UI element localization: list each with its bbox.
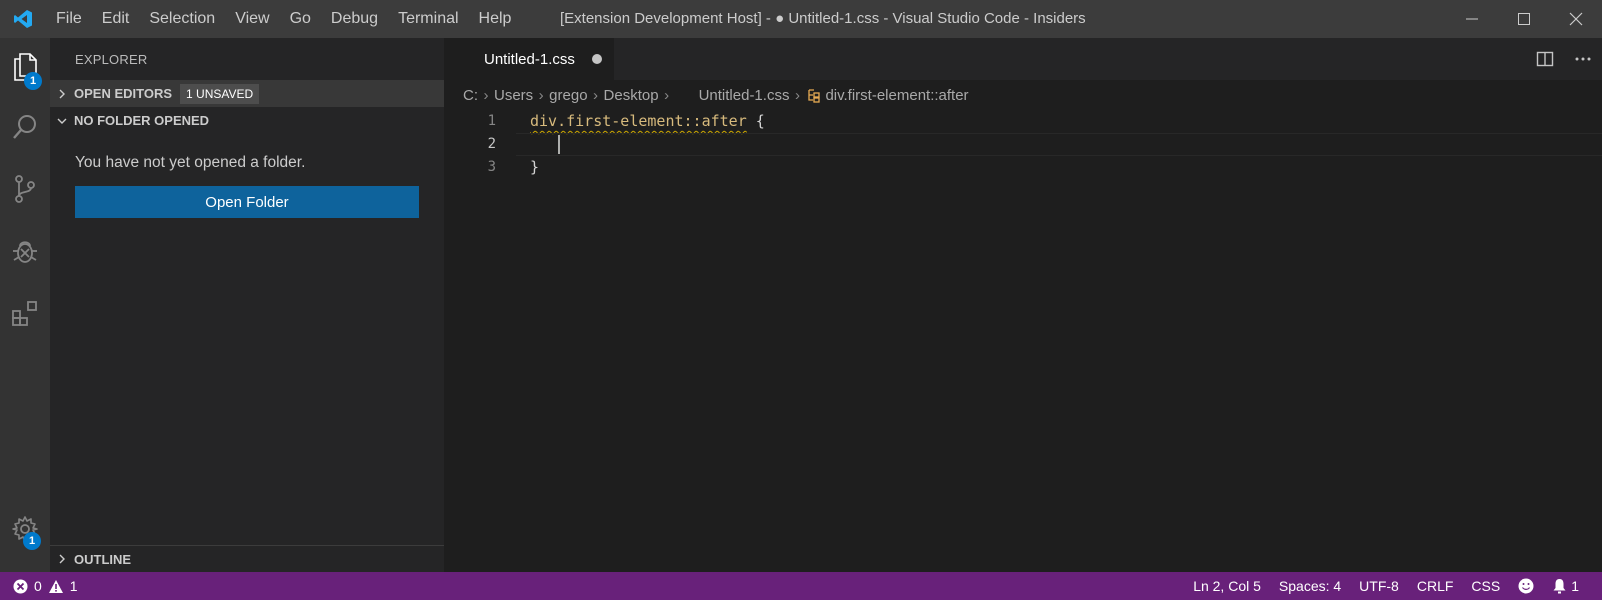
tab-label: Untitled-1.css bbox=[484, 50, 575, 68]
end-of-line[interactable]: CRLF bbox=[1408, 572, 1463, 600]
menu-selection[interactable]: Selection bbox=[139, 0, 225, 38]
line-number: 3 bbox=[487, 159, 496, 175]
chevron-right-icon bbox=[50, 553, 74, 565]
no-folder-message: You have not yet opened a folder. bbox=[75, 154, 306, 171]
encoding[interactable]: UTF-8 bbox=[1350, 572, 1408, 600]
chevron-right-icon: › bbox=[664, 86, 670, 104]
minimize-icon bbox=[1466, 18, 1478, 20]
menu-bar: File Edit Selection View Go Debug Termin… bbox=[46, 0, 521, 38]
editor-actions bbox=[1526, 38, 1602, 80]
line-number: 2 bbox=[487, 136, 496, 152]
split-editor-icon bbox=[1536, 51, 1554, 67]
code-line-current: 2 bbox=[444, 133, 1602, 156]
language-mode[interactable]: CSS bbox=[1462, 572, 1509, 600]
maximize-icon bbox=[1518, 13, 1530, 25]
chevron-right-icon bbox=[50, 88, 74, 100]
status-bar-right: Ln 2, Col 5 Spaces: 4 UTF-8 CRLF CSS 1 bbox=[1184, 572, 1602, 600]
search-icon bbox=[13, 115, 36, 139]
vscode-logo-icon bbox=[0, 0, 46, 38]
title-bar: File Edit Selection View Go Debug Termin… bbox=[0, 0, 1602, 38]
cursor-position[interactable]: Ln 2, Col 5 bbox=[1184, 572, 1270, 600]
activity-extensions[interactable] bbox=[0, 288, 50, 338]
chevron-right-icon: › bbox=[794, 86, 800, 104]
notification-count: 1 bbox=[1571, 578, 1579, 594]
unsaved-dot-icon[interactable] bbox=[592, 54, 602, 64]
menu-go[interactable]: Go bbox=[280, 0, 321, 38]
explorer-sidebar: EXPLORER OPEN EDITORS 1 UNSAVED NO FOLDE… bbox=[50, 38, 444, 572]
problems-indicator[interactable]: 0 1 bbox=[0, 572, 81, 600]
editor-tabs: Untitled-1.css bbox=[444, 38, 1602, 80]
no-folder-header[interactable]: NO FOLDER OPENED bbox=[50, 107, 444, 134]
window-controls bbox=[1446, 0, 1602, 38]
more-actions-button[interactable] bbox=[1564, 38, 1602, 80]
code-line: 3 } bbox=[444, 156, 1602, 179]
error-icon bbox=[10, 572, 31, 600]
warning-icon bbox=[45, 572, 67, 600]
breadcrumb-desktop[interactable]: Desktop bbox=[604, 87, 659, 104]
unsaved-badge: 1 UNSAVED bbox=[180, 83, 260, 104]
open-brace: { bbox=[746, 112, 765, 130]
indentation[interactable]: Spaces: 4 bbox=[1270, 572, 1350, 600]
close-icon bbox=[1569, 12, 1583, 26]
breadcrumb-file[interactable]: Untitled-1.css bbox=[699, 87, 790, 104]
open-editors-header[interactable]: OPEN EDITORS 1 UNSAVED bbox=[50, 80, 444, 107]
chevron-right-icon: › bbox=[593, 86, 599, 104]
ellipsis-icon bbox=[1575, 57, 1591, 61]
chevron-down-icon bbox=[50, 116, 74, 126]
breadcrumb-symbol[interactable]: div.first-element::after bbox=[825, 87, 968, 104]
menu-file[interactable]: File bbox=[46, 0, 92, 38]
code-editor[interactable]: 1 div.first-element::after { 2 3 } bbox=[444, 110, 1602, 572]
text-cursor bbox=[558, 135, 560, 154]
warning-count: 1 bbox=[69, 578, 78, 594]
bell-icon bbox=[1553, 579, 1566, 594]
split-editor-button[interactable] bbox=[1526, 38, 1564, 80]
breadcrumb-drive[interactable]: C: bbox=[463, 87, 478, 104]
activity-manage[interactable]: 1 bbox=[0, 504, 50, 554]
menu-help[interactable]: Help bbox=[469, 0, 522, 38]
current-line-highlight bbox=[516, 133, 1602, 156]
status-bar: 0 1 Ln 2, Col 5 Spaces: 4 UTF-8 CRLF CSS… bbox=[0, 572, 1602, 600]
code-line: 1 div.first-element::after { bbox=[444, 110, 1602, 133]
maximize-button[interactable] bbox=[1498, 0, 1550, 38]
explorer-badge: 1 bbox=[24, 72, 42, 90]
tab-untitled-1-css[interactable]: Untitled-1.css bbox=[444, 38, 614, 80]
settings-badge: 1 bbox=[23, 532, 41, 550]
minimize-button[interactable] bbox=[1446, 0, 1498, 38]
window-title: [Extension Development Host] - ● Untitle… bbox=[560, 10, 1086, 27]
chevron-right-icon: › bbox=[538, 86, 544, 104]
menu-terminal[interactable]: Terminal bbox=[388, 0, 468, 38]
line-code: } bbox=[530, 158, 540, 176]
outline-header[interactable]: OUTLINE bbox=[50, 545, 444, 572]
css-selector: div.first-element::after bbox=[530, 112, 747, 130]
no-folder-label: NO FOLDER OPENED bbox=[74, 113, 210, 128]
breadcrumb: C: › Users › grego › Desktop › Untitled-… bbox=[444, 80, 1602, 110]
sidebar-title: EXPLORER bbox=[75, 52, 148, 67]
extensions-icon bbox=[12, 301, 37, 326]
line-number: 1 bbox=[487, 113, 496, 129]
chevron-right-icon: › bbox=[483, 86, 489, 104]
activity-explorer[interactable]: 1 bbox=[0, 42, 50, 92]
debug-icon bbox=[13, 241, 37, 263]
close-window-button[interactable] bbox=[1550, 0, 1602, 38]
open-folder-button[interactable]: Open Folder bbox=[75, 186, 419, 218]
line-code: div.first-element::after { bbox=[530, 110, 765, 133]
error-count: 0 bbox=[34, 578, 42, 594]
breadcrumb-users[interactable]: Users bbox=[494, 87, 533, 104]
menu-edit[interactable]: Edit bbox=[92, 0, 140, 38]
notifications-button[interactable]: 1 bbox=[1543, 572, 1588, 600]
css-selector-icon bbox=[808, 89, 821, 103]
menu-debug[interactable]: Debug bbox=[321, 0, 388, 38]
open-editors-label: OPEN EDITORS bbox=[74, 86, 173, 101]
source-control-icon bbox=[15, 175, 35, 203]
activity-search[interactable] bbox=[0, 102, 50, 152]
activity-source-control[interactable] bbox=[0, 164, 50, 214]
feedback-smiley-icon[interactable] bbox=[1509, 572, 1543, 600]
breadcrumb-grego[interactable]: grego bbox=[549, 87, 587, 104]
activity-bar: 1 1 bbox=[0, 38, 50, 572]
menu-view[interactable]: View bbox=[225, 0, 279, 38]
activity-debug[interactable] bbox=[0, 226, 50, 276]
outline-label: OUTLINE bbox=[74, 551, 132, 567]
